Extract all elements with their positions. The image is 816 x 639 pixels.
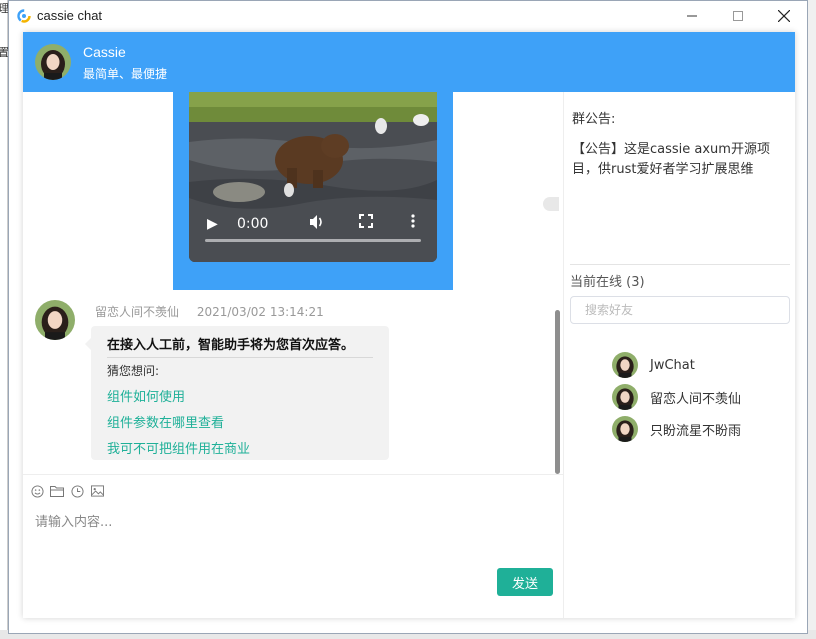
suggestion-link[interactable]: 我可不可把组件用在商业 — [107, 438, 373, 457]
notice-title: 群公告: — [572, 112, 616, 127]
divider — [570, 264, 790, 265]
message-avatar[interactable] — [35, 300, 75, 340]
online-user-name: 留恋人间不羡仙 — [650, 391, 742, 407]
group-sidebar: 群公告: 【公告】这是cassie axum开源项目，供rust爱好者学习扩展思… — [563, 92, 795, 618]
avatar-image — [612, 416, 638, 442]
online-user-name: 只盼流星不盼雨 — [650, 423, 742, 439]
fullscreen-button[interactable] — [359, 214, 373, 232]
message-time: 2021/03/02 13:14:21 — [196, 305, 324, 319]
minimize-icon — [687, 15, 697, 17]
message-scrollbar[interactable] — [555, 310, 560, 474]
more-vertical-icon — [411, 214, 415, 228]
avatar-image — [35, 300, 75, 340]
message-list[interactable]: ▶ 0:00 留恋人间不羡仙 2021/03/02 13:14:21 在接入人工… — [23, 92, 563, 474]
scroll-hint — [543, 197, 559, 211]
background-window-edge: 理 置 — [0, 0, 9, 639]
avatar — [612, 384, 638, 410]
emoji-icon — [30, 484, 44, 498]
chat-name: Cassie — [83, 44, 126, 60]
online-count-title: 当前在线 (3) — [570, 275, 645, 290]
more-options-button[interactable] — [411, 214, 415, 232]
video-time: 0:00 — [237, 216, 269, 232]
minimize-button[interactable] — [669, 1, 715, 31]
play-button[interactable]: ▶ — [207, 216, 218, 232]
input-area: 发送 — [23, 474, 563, 618]
notice-text: 【公告】这是cassie axum开源项目，供rust爱好者学习扩展思维 — [572, 142, 770, 177]
video-progress-bar[interactable] — [205, 239, 421, 242]
folder-icon — [50, 486, 64, 497]
volume-button[interactable] — [309, 214, 325, 234]
title-bar[interactable]: cassie chat — [9, 1, 807, 31]
desktop: 理 置 cassie chat Cassie 最简单、最便捷 ▶ 0:00 留恋… — [0, 0, 816, 639]
close-icon — [778, 10, 790, 22]
video-message: ▶ 0:00 — [173, 92, 453, 290]
image-icon — [90, 485, 104, 497]
message-sender: 留恋人间不羡仙 — [95, 305, 180, 319]
suggestion-prompt: 猜您想问: — [107, 364, 160, 378]
suggestion-link[interactable]: 组件如何使用 — [107, 386, 373, 405]
bot-greeting: 在接入人工前，智能助手将为您首次应答。 — [107, 334, 373, 358]
online-user-item[interactable]: JwChat — [612, 349, 741, 381]
friend-search-input[interactable] — [570, 296, 790, 324]
fullscreen-icon — [359, 214, 373, 228]
chat-container: Cassie 最简单、最便捷 ▶ 0:00 留恋人间不羡仙 2021/03/02… — [23, 32, 795, 618]
online-user-item[interactable]: 留恋人间不羡仙 — [612, 381, 741, 413]
video-player[interactable]: ▶ 0:00 — [189, 92, 437, 262]
app-window: cassie chat Cassie 最简单、最便捷 ▶ 0:00 留恋人间不羡… — [8, 0, 808, 634]
clock-icon — [70, 484, 84, 498]
online-user-list: JwChat 留恋人间不羡仙 只盼流星不盼雨 — [612, 349, 741, 445]
avatar — [612, 416, 638, 442]
chat-subtitle: 最简单、最便捷 — [83, 67, 168, 81]
avatar[interactable] — [35, 44, 71, 80]
text-message: 在接入人工前，智能助手将为您首次应答。 猜您想问: 组件如何使用 组件参数在哪里… — [85, 326, 389, 460]
history-button[interactable] — [69, 483, 85, 499]
file-button[interactable] — [49, 483, 65, 499]
send-button[interactable]: 发送 — [497, 568, 553, 596]
suggestion-link[interactable]: 组件参数在哪里查看 — [107, 412, 373, 431]
close-button[interactable] — [761, 1, 807, 31]
image-button[interactable] — [89, 483, 105, 499]
video-controls: ▶ 0:00 — [189, 208, 437, 262]
online-user-name: JwChat — [650, 357, 695, 373]
message-input[interactable] — [35, 509, 535, 535]
emoji-button[interactable] — [29, 483, 45, 499]
app-icon — [17, 9, 31, 23]
avatar-image — [612, 384, 638, 410]
volume-icon — [310, 215, 322, 229]
chat-header: Cassie 最简单、最便捷 — [23, 32, 795, 92]
maximize-icon — [733, 11, 743, 21]
input-toolbar — [29, 483, 105, 499]
online-user-item[interactable]: 只盼流星不盼雨 — [612, 413, 741, 445]
window-title: cassie chat — [37, 8, 103, 23]
avatar-image — [612, 352, 638, 378]
message-meta: 留恋人间不羡仙 2021/03/02 13:14:21 — [95, 303, 324, 320]
avatar — [612, 352, 638, 378]
maximize-button[interactable] — [715, 1, 761, 31]
avatar-image — [35, 44, 71, 80]
